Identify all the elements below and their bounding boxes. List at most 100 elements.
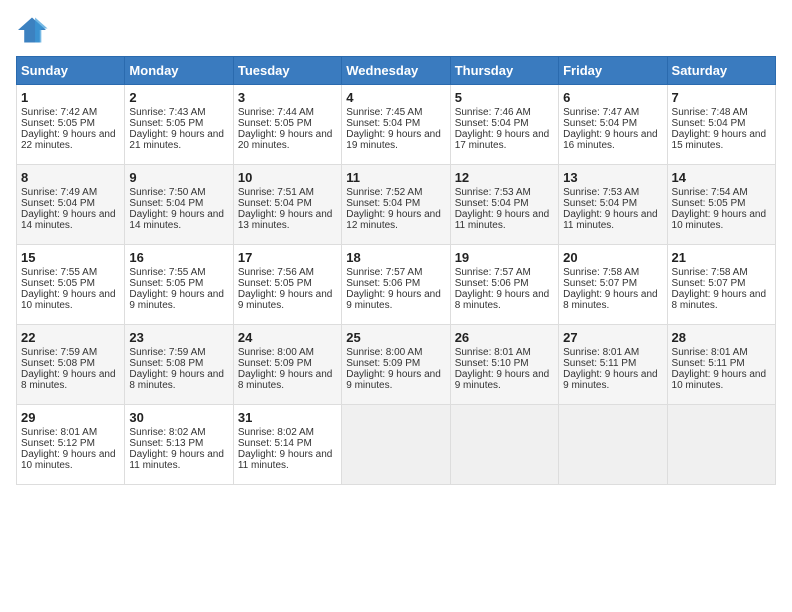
day-cell bbox=[342, 405, 450, 485]
week-row-3: 15Sunrise: 7:55 AMSunset: 5:05 PMDayligh… bbox=[17, 245, 776, 325]
sunset: Sunset: 5:05 PM bbox=[21, 278, 95, 289]
day-cell: 3Sunrise: 7:44 AMSunset: 5:05 PMDaylight… bbox=[233, 85, 341, 165]
day-cell: 18Sunrise: 7:57 AMSunset: 5:06 PMDayligh… bbox=[342, 245, 450, 325]
logo-icon bbox=[16, 16, 48, 44]
day-cell: 23Sunrise: 7:59 AMSunset: 5:08 PMDayligh… bbox=[125, 325, 233, 405]
day-number: 31 bbox=[238, 410, 337, 425]
daylight: Daylight: 9 hours and 15 minutes. bbox=[672, 129, 767, 151]
sunset: Sunset: 5:04 PM bbox=[455, 118, 529, 129]
sunrise: Sunrise: 7:58 AM bbox=[672, 267, 748, 278]
sunrise: Sunrise: 7:51 AM bbox=[238, 187, 314, 198]
sunset: Sunset: 5:04 PM bbox=[563, 198, 637, 209]
day-cell: 2Sunrise: 7:43 AMSunset: 5:05 PMDaylight… bbox=[125, 85, 233, 165]
day-number: 4 bbox=[346, 90, 445, 105]
header-cell-thursday: Thursday bbox=[450, 57, 558, 85]
sunset: Sunset: 5:05 PM bbox=[238, 118, 312, 129]
sunrise: Sunrise: 7:59 AM bbox=[129, 347, 205, 358]
day-cell: 19Sunrise: 7:57 AMSunset: 5:06 PMDayligh… bbox=[450, 245, 558, 325]
sunset: Sunset: 5:07 PM bbox=[563, 278, 637, 289]
sunrise: Sunrise: 7:47 AM bbox=[563, 107, 639, 118]
day-cell: 20Sunrise: 7:58 AMSunset: 5:07 PMDayligh… bbox=[559, 245, 667, 325]
day-cell: 21Sunrise: 7:58 AMSunset: 5:07 PMDayligh… bbox=[667, 245, 775, 325]
daylight: Daylight: 9 hours and 8 minutes. bbox=[21, 369, 116, 391]
daylight: Daylight: 9 hours and 21 minutes. bbox=[129, 129, 224, 151]
sunrise: Sunrise: 7:54 AM bbox=[672, 187, 748, 198]
sunrise: Sunrise: 7:53 AM bbox=[455, 187, 531, 198]
sunset: Sunset: 5:13 PM bbox=[129, 438, 203, 449]
daylight: Daylight: 9 hours and 9 minutes. bbox=[563, 369, 658, 391]
sunset: Sunset: 5:04 PM bbox=[563, 118, 637, 129]
day-cell: 28Sunrise: 8:01 AMSunset: 5:11 PMDayligh… bbox=[667, 325, 775, 405]
day-number: 2 bbox=[129, 90, 228, 105]
day-cell: 13Sunrise: 7:53 AMSunset: 5:04 PMDayligh… bbox=[559, 165, 667, 245]
day-cell: 9Sunrise: 7:50 AMSunset: 5:04 PMDaylight… bbox=[125, 165, 233, 245]
daylight: Daylight: 9 hours and 11 minutes. bbox=[238, 449, 333, 471]
day-number: 28 bbox=[672, 330, 771, 345]
daylight: Daylight: 9 hours and 10 minutes. bbox=[21, 449, 116, 471]
sunrise: Sunrise: 8:01 AM bbox=[563, 347, 639, 358]
day-number: 22 bbox=[21, 330, 120, 345]
sunrise: Sunrise: 7:48 AM bbox=[672, 107, 748, 118]
sunset: Sunset: 5:10 PM bbox=[455, 358, 529, 369]
day-cell: 5Sunrise: 7:46 AMSunset: 5:04 PMDaylight… bbox=[450, 85, 558, 165]
sunset: Sunset: 5:08 PM bbox=[129, 358, 203, 369]
daylight: Daylight: 9 hours and 22 minutes. bbox=[21, 129, 116, 151]
day-cell bbox=[667, 405, 775, 485]
sunrise: Sunrise: 7:42 AM bbox=[21, 107, 97, 118]
sunset: Sunset: 5:04 PM bbox=[346, 198, 420, 209]
sunset: Sunset: 5:05 PM bbox=[129, 118, 203, 129]
week-row-4: 22Sunrise: 7:59 AMSunset: 5:08 PMDayligh… bbox=[17, 325, 776, 405]
day-cell: 31Sunrise: 8:02 AMSunset: 5:14 PMDayligh… bbox=[233, 405, 341, 485]
page-header bbox=[16, 16, 776, 44]
day-cell: 6Sunrise: 7:47 AMSunset: 5:04 PMDaylight… bbox=[559, 85, 667, 165]
sunset: Sunset: 5:04 PM bbox=[346, 118, 420, 129]
sunset: Sunset: 5:04 PM bbox=[129, 198, 203, 209]
daylight: Daylight: 9 hours and 12 minutes. bbox=[346, 209, 441, 231]
day-cell: 4 Sunrise: 7:45 AMSunset: 5:04 PMDaylight… bbox=[342, 85, 450, 165]
sunrise: Sunrise: 8:01 AM bbox=[21, 427, 97, 438]
sunrise: Sunrise: 8:00 AM bbox=[346, 347, 422, 358]
daylight: Daylight: 9 hours and 8 minutes. bbox=[129, 369, 224, 391]
sunset: Sunset: 5:11 PM bbox=[672, 358, 745, 369]
daylight: Daylight: 9 hours and 14 minutes. bbox=[21, 209, 116, 231]
daylight: Daylight: 9 hours and 11 minutes. bbox=[455, 209, 550, 231]
sunset: Sunset: 5:09 PM bbox=[238, 358, 312, 369]
sunrise: Sunrise: 7:45 AM bbox=[346, 107, 422, 118]
sunrise: Sunrise: 7:46 AM bbox=[455, 107, 531, 118]
sunrise: Sunrise: 7:55 AM bbox=[129, 267, 205, 278]
day-cell: 7 Sunrise: 7:48 AMSunset: 5:04 PMDaylight… bbox=[667, 85, 775, 165]
sunrise: Sunrise: 7:44 AM bbox=[238, 107, 314, 118]
day-number: 20 bbox=[563, 250, 662, 265]
calendar-body: 1Sunrise: 7:42 AMSunset: 5:05 PMDaylight… bbox=[17, 85, 776, 485]
daylight: Daylight: 9 hours and 9 minutes. bbox=[346, 369, 441, 391]
daylight: Daylight: 9 hours and 8 minutes. bbox=[238, 369, 333, 391]
sunset: Sunset: 5:07 PM bbox=[672, 278, 746, 289]
sunrise: Sunrise: 7:53 AM bbox=[563, 187, 639, 198]
day-number: 16 bbox=[129, 250, 228, 265]
week-row-5: 29Sunrise: 8:01 AMSunset: 5:12 PMDayligh… bbox=[17, 405, 776, 485]
sunset: Sunset: 5:05 PM bbox=[238, 278, 312, 289]
day-cell: 14Sunrise: 7:54 AMSunset: 5:05 PMDayligh… bbox=[667, 165, 775, 245]
sunrise: Sunrise: 8:00 AM bbox=[238, 347, 314, 358]
daylight: Daylight: 9 hours and 9 minutes. bbox=[238, 289, 333, 311]
sunrise: Sunrise: 7:49 AM bbox=[21, 187, 97, 198]
sunrise: Sunrise: 8:01 AM bbox=[455, 347, 531, 358]
daylight: Daylight: 9 hours and 8 minutes. bbox=[563, 289, 658, 311]
daylight: Daylight: 9 hours and 19 minutes. bbox=[346, 129, 441, 151]
day-number: 7 bbox=[672, 90, 771, 105]
day-number: 1 bbox=[21, 90, 120, 105]
day-number: 21 bbox=[672, 250, 771, 265]
day-cell: 8Sunrise: 7:49 AMSunset: 5:04 PMDaylight… bbox=[17, 165, 125, 245]
sunset: Sunset: 5:04 PM bbox=[672, 118, 746, 129]
daylight: Daylight: 9 hours and 14 minutes. bbox=[129, 209, 224, 231]
day-number: 17 bbox=[238, 250, 337, 265]
daylight: Daylight: 9 hours and 8 minutes. bbox=[455, 289, 550, 311]
daylight: Daylight: 9 hours and 9 minutes. bbox=[346, 289, 441, 311]
daylight: Daylight: 9 hours and 16 minutes. bbox=[563, 129, 658, 151]
day-number: 3 bbox=[238, 90, 337, 105]
day-number: 15 bbox=[21, 250, 120, 265]
day-number: 8 bbox=[21, 170, 120, 185]
sunrise: Sunrise: 7:59 AM bbox=[21, 347, 97, 358]
calendar-table: SundayMondayTuesdayWednesdayThursdayFrid… bbox=[16, 56, 776, 485]
sunset: Sunset: 5:12 PM bbox=[21, 438, 95, 449]
